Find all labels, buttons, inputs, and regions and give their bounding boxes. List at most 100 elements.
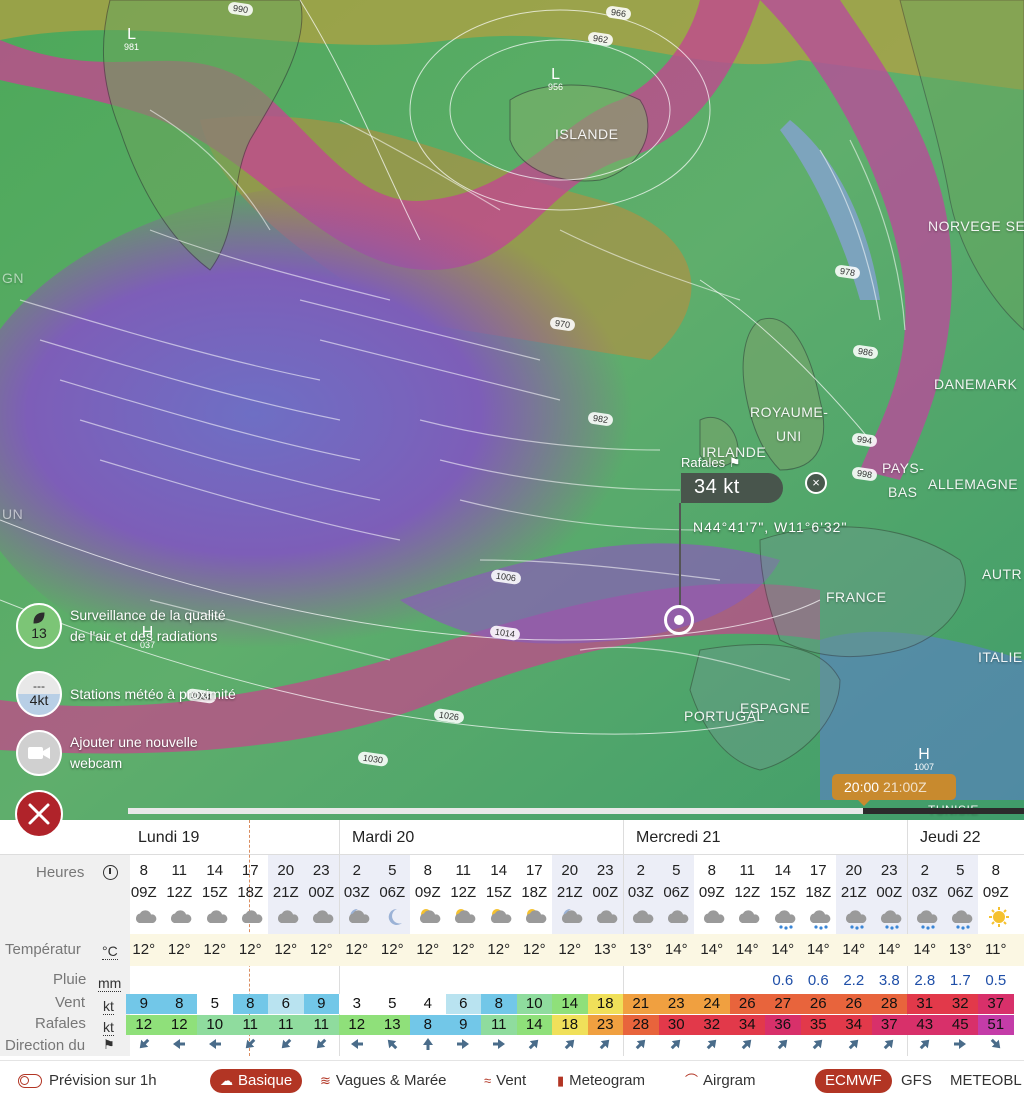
hour-label: 23	[880, 862, 898, 879]
tab-waves-tides[interactable]: ≋ Vagues & Marée	[320, 1069, 447, 1093]
wind-value: 9	[303, 994, 339, 1014]
gust-value: 12	[339, 1015, 375, 1035]
forecast-1h-toggle[interactable]: Prévision sur 1h	[18, 1069, 157, 1093]
wind-direction-arrow-icon	[162, 1037, 198, 1054]
timeline-progress	[128, 808, 863, 814]
temperature-value: 12°	[167, 941, 191, 958]
hour-label: 2	[636, 862, 645, 879]
weather-icon-rain	[875, 906, 911, 934]
hour-label: 2	[920, 862, 929, 879]
air-quality-widget[interactable]: 13 Surveillance de la qualité de l'air e…	[16, 603, 240, 649]
weather-icon-cloud	[733, 906, 769, 934]
zulu-label: 00Z	[876, 884, 903, 901]
leaf-glyph	[33, 612, 45, 624]
weather-icon-sun-cloud	[520, 906, 556, 934]
temperature-value: 12°	[380, 941, 404, 958]
high-pressure-marker: H 1007	[914, 746, 935, 772]
wind-direction-arrow-icon	[801, 1037, 837, 1054]
temperature-value: 14°	[664, 941, 688, 958]
bar-chart-icon: ▮	[557, 1073, 565, 1088]
temperature-value: 12°	[238, 941, 262, 958]
temperature-value: 13°	[948, 941, 972, 958]
popup-gusts-value[interactable]: 34 kt	[681, 473, 783, 503]
gust-value: 30	[658, 1015, 694, 1035]
gust-value: 12	[126, 1015, 162, 1035]
zulu-label: 00Z	[592, 884, 619, 901]
model-ecmwf[interactable]: ECMWF	[815, 1069, 892, 1093]
wind-value: 9	[126, 994, 162, 1014]
model-gfs[interactable]: GFS	[901, 1069, 932, 1093]
zulu-label: 06Z	[663, 884, 690, 901]
wind-direction-arrow-icon	[943, 1037, 979, 1054]
wind-direction-arrow-icon	[410, 1037, 446, 1054]
map-label-norvege: NORVEGE SE	[928, 218, 1024, 234]
gust-value: 11	[481, 1015, 517, 1035]
time-indicator[interactable]: 20:00 21:00Z	[832, 774, 956, 806]
wind-value: 26	[729, 994, 765, 1014]
weather-stations-widget[interactable]: --- 4kt Stations météo à proximité	[16, 671, 240, 717]
wind-direction-arrow-icon	[481, 1037, 517, 1054]
wind-direction-arrow-icon	[623, 1037, 659, 1054]
map-label-royaume: ROYAUME-	[750, 404, 829, 420]
wind-direction-arrow-icon	[268, 1037, 304, 1054]
model-meteoblue[interactable]: METEOBL	[950, 1069, 1022, 1093]
rain-value: 2.2	[843, 972, 865, 989]
header-divider	[0, 854, 1024, 855]
temperature-value: 12°	[522, 941, 546, 958]
gust-value: 28	[623, 1015, 659, 1035]
temperature-value: 12°	[416, 941, 440, 958]
temperature-value: 12°	[132, 941, 156, 958]
temperature-value: 12°	[451, 941, 475, 958]
station-icon[interactable]: --- 4kt	[16, 671, 62, 717]
wind-value: 8	[161, 994, 197, 1014]
tab-basic[interactable]: ☁ Basique	[210, 1069, 303, 1093]
zulu-label: 12Z	[450, 884, 477, 901]
tab-meteogram[interactable]: ▮ Meteogram	[557, 1069, 645, 1093]
location-target-icon[interactable]	[664, 605, 694, 635]
weather-icon-cloud	[662, 906, 698, 934]
zulu-label: 21Z	[556, 884, 583, 901]
wind-value: 3	[339, 994, 375, 1014]
weather-icon-moon	[378, 906, 414, 934]
hour-label: 5	[956, 862, 965, 879]
gust-value: 14	[516, 1015, 552, 1035]
map-label-edge-un: UN	[2, 506, 24, 522]
tab-airgram[interactable]: ⌒ Airgram	[685, 1069, 756, 1093]
toggle-icon[interactable]	[18, 1074, 42, 1089]
weather-icon-rain	[910, 906, 946, 934]
leaf-icon[interactable]: 13	[16, 603, 62, 649]
temperature-value: 14°	[806, 941, 830, 958]
zulu-label: 18Z	[805, 884, 832, 901]
zulu-label: 12Z	[166, 884, 193, 901]
wind-direction-arrow-icon	[446, 1037, 482, 1054]
temperature-unit: °C	[102, 943, 118, 960]
map-label-allemagne: ALLEMAGNE	[928, 476, 1019, 492]
zulu-label: 15Z	[201, 884, 228, 901]
zulu-label: 15Z	[769, 884, 796, 901]
timeline-scrubber[interactable]	[128, 808, 1024, 814]
zulu-label: 12Z	[734, 884, 761, 901]
forecast-table[interactable]: Lundi 19 Mardi 20 Mercredi 21 Jeudi 22 H…	[0, 820, 1024, 1060]
add-webcam-widget[interactable]: Ajouter une nouvelle webcam	[16, 730, 240, 776]
clock-icon	[103, 865, 118, 880]
close-forecast-button[interactable]	[15, 790, 63, 838]
gust-value: 37	[871, 1015, 907, 1035]
weather-stations-label[interactable]: Stations météo à proximité	[70, 684, 240, 705]
video-camera-icon[interactable]	[16, 730, 62, 776]
station-wind-value: 4kt	[29, 692, 49, 708]
tab-wind[interactable]: ≈ Vent	[484, 1069, 526, 1093]
popup-close-icon[interactable]: ×	[805, 472, 827, 494]
wind-direction-arrow-icon	[694, 1037, 730, 1054]
gust-value: 9	[445, 1015, 481, 1035]
air-quality-label[interactable]: Surveillance de la qualité de l'air et d…	[70, 605, 240, 647]
weather-icon-moon-cloud	[555, 906, 591, 934]
add-webcam-label[interactable]: Ajouter une nouvelle webcam	[70, 732, 240, 774]
rain-unit: mm	[98, 975, 122, 992]
map-label-france: FRANCE	[826, 589, 887, 605]
hour-label: 20	[845, 862, 863, 879]
low-pressure-marker: L 956	[548, 66, 564, 92]
wind-value: 21	[623, 994, 659, 1014]
weather-map[interactable]: ISLANDE NORVEGE SE DANEMARK ROYAUME- UNI…	[0, 0, 1024, 820]
hour-label: 14	[490, 862, 508, 879]
rain-value: 2.8	[914, 972, 936, 989]
